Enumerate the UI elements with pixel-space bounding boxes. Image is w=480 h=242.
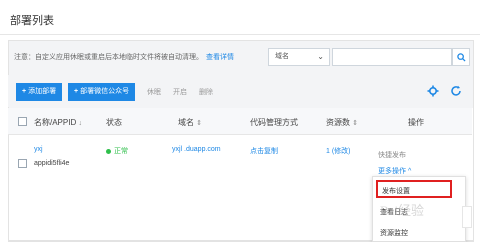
plus-icon: + (74, 88, 79, 95)
sort-icon: ⇕ (352, 120, 359, 127)
delete-button[interactable]: 删除 (199, 87, 213, 97)
domain-link[interactable]: yxjl .duapp.com (172, 146, 221, 153)
quick-publish-link[interactable]: 快捷发布 (378, 150, 406, 160)
header-domain[interactable]: 域名 ⇕ (178, 117, 202, 128)
header-code-mgmt: 代码管理方式 (250, 118, 298, 127)
filter-select[interactable]: 域名 ⌄ (268, 48, 330, 66)
chevron-up-icon: ^ (407, 168, 412, 175)
sleep-button[interactable]: 休眠 (147, 87, 161, 97)
appid-text: appidi5fli4e (34, 160, 70, 167)
app-name-link[interactable]: yxj (34, 146, 43, 153)
header-domain-label: 域名 (178, 118, 194, 127)
filter-select-value: 域名 (275, 53, 289, 60)
notice-details-link[interactable]: 查看详情 (206, 54, 234, 61)
status-label: 正常 (114, 148, 128, 155)
row-checkbox[interactable] (18, 159, 27, 168)
gear-icon[interactable] (427, 85, 439, 97)
title-divider (0, 34, 480, 35)
add-deploy-label: 添加部署 (28, 88, 57, 95)
header-resources[interactable]: 资源数 ⇕ (326, 117, 358, 128)
highlight-box (376, 180, 452, 198)
refresh-icon[interactable] (450, 85, 462, 97)
header-status: 状态 (106, 118, 122, 127)
page-title: 部署列表 (10, 15, 54, 27)
search-icon (456, 52, 466, 62)
notice-bar: 注意：自定义应用休眠或重启后本地临时文件将被自动清理。 查看详情 (14, 52, 234, 62)
more-actions-label: 更多操作 (378, 168, 406, 175)
add-deploy-button[interactable]: + 添加部署 (16, 83, 63, 101)
scrollbar[interactable] (462, 206, 472, 228)
start-button[interactable]: 开启 (173, 87, 187, 97)
watermark: Bai经验 (380, 203, 425, 218)
deploy-wechat-button[interactable]: + 部署微信公众号 (68, 83, 136, 101)
search-input[interactable] (332, 48, 452, 66)
search-button[interactable] (452, 48, 470, 66)
header-name-label: 名称/APPID (34, 118, 77, 127)
copy-code-link[interactable]: 点击复制 (250, 146, 278, 156)
status-ok-icon (106, 148, 111, 154)
notice-text: 注意：自定义应用休眠或重启后本地临时文件将被自动清理。 (14, 54, 203, 61)
plus-icon: + (22, 88, 27, 95)
header-resources-label: 资源数 (326, 118, 350, 127)
chevron-down-icon: ⌄ (317, 52, 324, 61)
header-name[interactable]: 名称/APPID ↓ (34, 117, 82, 128)
sort-icon: ⇕ (196, 120, 203, 127)
more-actions-toggle[interactable]: 更多操作 ^ (378, 166, 411, 176)
deploy-wechat-label: 部署微信公众号 (80, 88, 130, 95)
resources-edit-link[interactable]: 1 (修改) (326, 146, 351, 156)
menu-item-resource-monitor[interactable]: 资源监控 (380, 228, 408, 238)
header-actions: 操作 (408, 118, 424, 127)
status-badge: 正常 (106, 146, 128, 156)
sort-icon: ↓ (78, 120, 82, 127)
select-all-checkbox[interactable] (18, 117, 27, 126)
